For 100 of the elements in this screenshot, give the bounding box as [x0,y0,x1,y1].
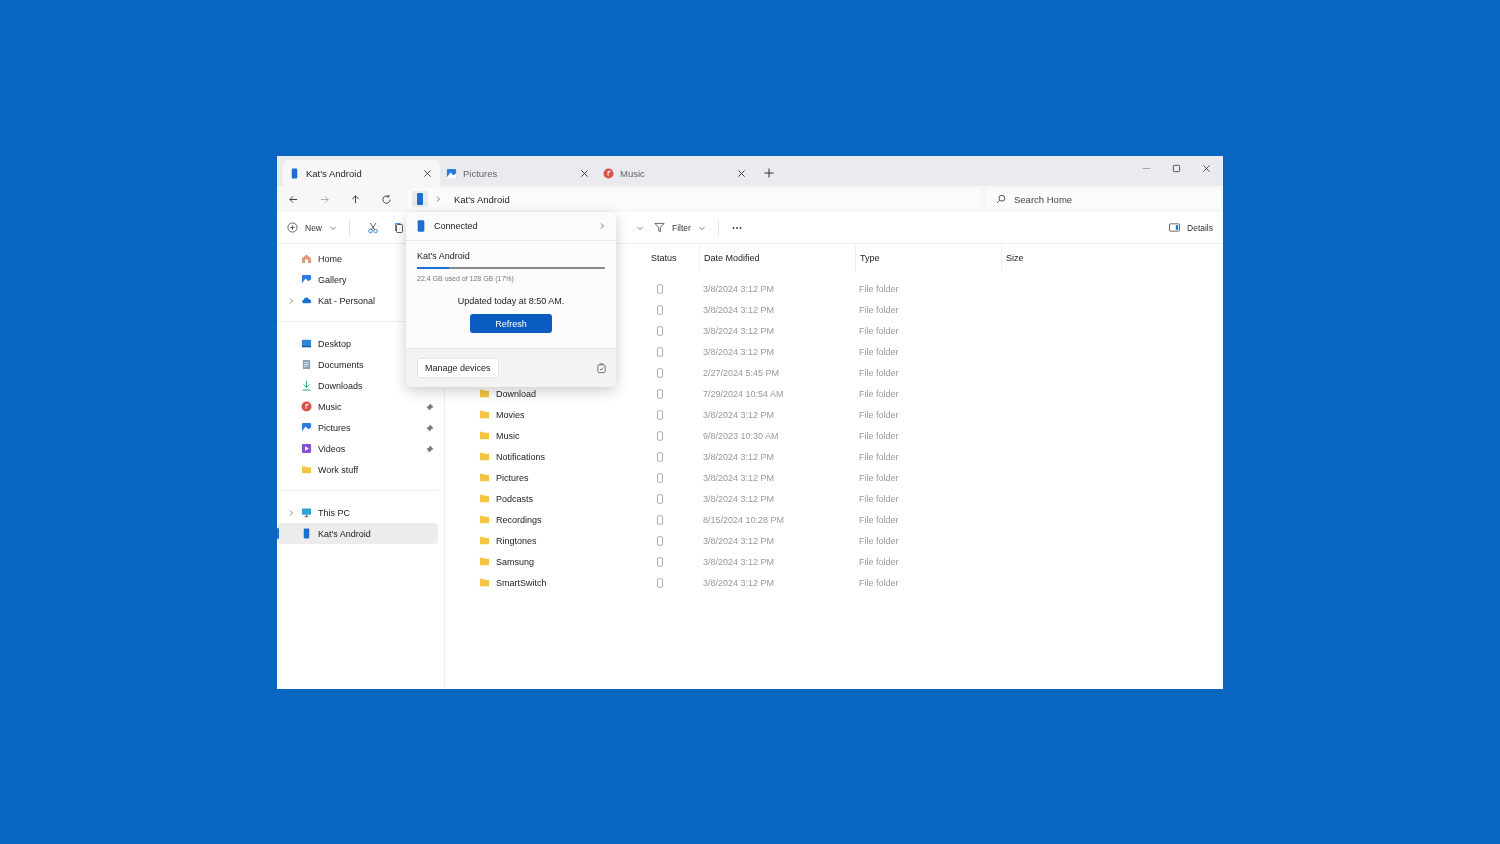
sidebar-item[interactable]: Desktop [277,333,438,354]
phone-status-icon [656,556,664,567]
cut-icon[interactable] [367,221,379,234]
file-name[interactable]: SmartSwitch [496,577,547,588]
date-cell-text: 3/8/2024 3:12 PM [702,283,776,294]
type-cell-text: File folder [858,514,900,525]
file-name[interactable]: Podcasts [496,493,534,504]
column-header[interactable]: Type [855,244,1001,272]
phone-status-icon [656,535,664,546]
video-icon [301,443,312,454]
type-cell-text: File folder [858,367,900,378]
picture-icon [301,274,312,285]
date-cell-text: 3/8/2024 3:12 PM [702,451,776,462]
sidebar-item[interactable]: Work stuff [277,459,438,480]
new-button[interactable]: New [285,220,339,235]
maximize-icon[interactable] [1172,164,1181,173]
sidebar-item[interactable]: Videos [277,438,438,459]
monitor-icon [301,507,312,518]
date-cell-text: 3/8/2024 3:12 PM [702,346,776,357]
type-cell-text: File folder [858,304,900,315]
date-cell-text: 3/8/2024 3:12 PM [702,304,776,315]
type-cell-text: File folder [858,325,900,336]
folder-icon [479,556,490,567]
refresh-button[interactable]: Refresh [470,314,552,333]
updated-text: Updated today at 8:50 AM. [456,296,566,306]
sidebar-item[interactable]: Music [277,396,438,417]
folder-icon [479,409,490,420]
folder-icon [479,451,490,462]
file-name[interactable]: Movies [496,409,525,420]
sidebar-item[interactable]: Kat's Android [277,523,438,544]
type-cell-text: File folder [858,409,900,420]
document-icon [301,359,312,370]
phone-status-icon [656,388,664,399]
connection-status-row[interactable]: Connected [406,212,616,241]
phone-icon [416,219,426,233]
sidebar-item[interactable]: Pictures [277,417,438,438]
column-header[interactable]: Status [651,244,699,272]
close-icon[interactable] [423,168,432,178]
phone-status-icon [656,493,664,504]
sidebar-item[interactable]: Kat - Personal [277,290,438,311]
pin-icon[interactable] [426,444,434,453]
folder-icon [479,514,490,525]
up-icon[interactable] [350,193,361,205]
manage-devices-button[interactable]: Manage devices [417,358,499,378]
tab[interactable]: Music [597,160,754,186]
date-cell-text: 7/29/2024 10:54 AM [702,388,785,399]
date-cell-text: 3/8/2024 3:12 PM [702,535,776,546]
details-button[interactable]: Details [1167,220,1215,235]
date-cell-text: 3/8/2024 3:12 PM [702,325,776,336]
date-cell-text: 3/8/2024 3:12 PM [702,493,776,504]
pin-icon[interactable] [426,402,434,411]
breadcrumb[interactable]: Kat's Android [454,193,510,205]
phone-status-icon [656,577,664,588]
download-icon [301,380,312,391]
type-cell-text: File folder [858,388,900,399]
address-bar[interactable]: Kat's Android [408,188,980,210]
add-icon [287,222,298,233]
feedback-icon[interactable] [596,362,607,374]
close-icon[interactable] [737,168,746,178]
date-cell-text: 9/8/2023 10:30 AM [702,430,780,441]
filter-icon [654,222,665,233]
back-icon[interactable] [288,193,299,205]
type-cell-text: File folder [858,346,900,357]
chevron-icon [434,195,442,203]
tab[interactable]: Pictures [440,160,597,186]
folder-icon [479,430,490,441]
phone-status-icon [656,514,664,525]
copy-icon[interactable] [393,221,405,234]
desktop-icon [301,338,312,349]
file-name[interactable]: Ringtones [496,535,537,546]
search-field[interactable]: Search Home [986,188,1221,210]
folder-icon [479,535,490,546]
column-header[interactable]: Date Modified [699,244,855,272]
filter-button[interactable]: Filter [652,220,708,235]
details-pane-icon [1169,222,1180,233]
new-tab-icon[interactable] [764,168,774,178]
close-icon[interactable] [1202,164,1211,173]
type-cell-text: File folder [858,283,900,294]
folder-icon [301,464,312,475]
close-icon[interactable] [580,168,589,178]
column-header[interactable]: Size [1001,244,1024,272]
date-cell-text: 3/8/2024 3:12 PM [702,409,776,420]
file-name[interactable]: Pictures [496,472,529,483]
home-icon [301,253,312,264]
file-name[interactable]: Music [496,430,520,441]
file-name[interactable]: Notifications [496,451,546,462]
type-cell-text: File folder [858,493,900,504]
tab[interactable]: Kat's Android [283,160,440,186]
picture-icon [446,167,457,179]
pin-icon[interactable] [426,423,434,432]
date-cell-text: 2/27/2024 5:45 PM [702,367,781,378]
date-cell-text: 8/15/2024 10:28 PM [702,514,786,525]
file-name[interactable]: Samsung [496,556,535,567]
refresh-icon[interactable] [381,193,392,205]
sidebar-item[interactable]: Downloads [277,375,438,396]
file-name[interactable]: Recordings [496,514,542,525]
sidebar-item[interactable]: This PC [277,502,438,523]
cloud-icon [301,295,312,306]
file-name[interactable]: Download [496,388,537,399]
phone-icon [412,191,428,207]
